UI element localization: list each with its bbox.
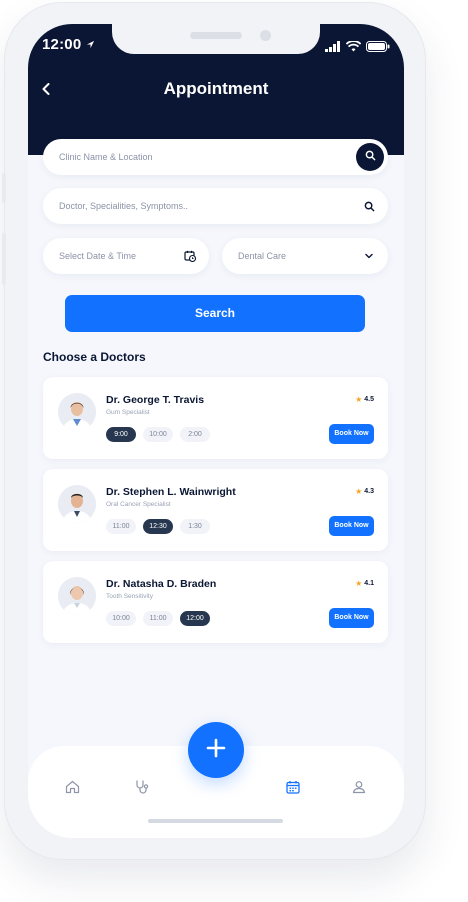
time-slot[interactable]: 12:30 bbox=[143, 519, 173, 534]
doctor-search-placeholder: Doctor, Specialities, Symptoms.. bbox=[59, 201, 189, 211]
camera bbox=[260, 30, 271, 41]
doctor-rating: ★ 4.1 bbox=[355, 579, 374, 588]
clinic-search-input[interactable]: Clinic Name & Location bbox=[43, 139, 388, 175]
star-icon: ★ bbox=[355, 487, 363, 496]
status-icons bbox=[325, 39, 390, 57]
clinic-search-button[interactable] bbox=[356, 143, 384, 171]
stethoscope-icon[interactable] bbox=[133, 778, 151, 796]
home-icon[interactable] bbox=[63, 778, 81, 796]
star-icon: ★ bbox=[355, 395, 363, 404]
search-icon[interactable] bbox=[362, 199, 376, 213]
doctor-card[interactable]: Dr. Stephen L. Wainwright Oral Cancer Sp… bbox=[43, 469, 388, 551]
section-title: Choose a Doctors bbox=[43, 350, 146, 364]
search-icon bbox=[365, 148, 376, 166]
rating-value: 4.1 bbox=[364, 580, 374, 587]
time-slot[interactable]: 1:30 bbox=[180, 519, 210, 534]
doctor-search-input[interactable]: Doctor, Specialities, Symptoms.. bbox=[43, 188, 388, 224]
time-slot[interactable]: 2:00 bbox=[180, 427, 210, 442]
rating-value: 4.3 bbox=[364, 488, 374, 495]
time-slots: 9:00 10:00 2:00 bbox=[106, 427, 210, 442]
calendar-icon[interactable] bbox=[284, 778, 302, 796]
home-indicator[interactable] bbox=[148, 819, 283, 823]
add-appointment-button[interactable] bbox=[188, 722, 244, 778]
time-slot[interactable]: 11:00 bbox=[143, 611, 173, 626]
time-slot[interactable]: 10:00 bbox=[106, 611, 136, 626]
time-slot[interactable]: 11:00 bbox=[106, 519, 136, 534]
location-arrow-icon bbox=[86, 36, 95, 53]
clinic-search-placeholder: Clinic Name & Location bbox=[59, 152, 153, 162]
date-time-placeholder: Select Date & Time bbox=[59, 251, 137, 261]
time-slot[interactable]: 9:00 bbox=[106, 427, 136, 442]
book-now-button[interactable]: Book Now bbox=[329, 424, 374, 444]
doctor-rating: ★ 4.5 bbox=[355, 395, 374, 404]
time-slots: 11:00 12:30 1:30 bbox=[106, 519, 210, 534]
care-type-select[interactable]: Dental Care bbox=[222, 238, 388, 274]
date-time-picker[interactable]: Select Date & Time bbox=[43, 238, 209, 274]
book-now-button[interactable]: Book Now bbox=[329, 608, 374, 628]
speaker bbox=[190, 32, 242, 39]
status-time-text: 12:00 bbox=[42, 36, 82, 53]
doctor-avatar bbox=[58, 393, 96, 431]
doctor-specialty: Tooth Sensitivity bbox=[106, 593, 153, 600]
chevron-down-icon bbox=[362, 249, 376, 263]
profile-icon[interactable] bbox=[350, 778, 368, 796]
page-title: Appointment bbox=[163, 79, 269, 98]
time-slots: 10:00 11:00 12:00 bbox=[106, 611, 210, 626]
doctor-name: Dr. Stephen L. Wainwright bbox=[106, 486, 236, 498]
wifi-icon bbox=[345, 39, 362, 57]
notch bbox=[112, 24, 320, 54]
search-button[interactable]: Search bbox=[65, 295, 365, 332]
calendar-clock-icon bbox=[183, 249, 197, 263]
time-slot[interactable]: 10:00 bbox=[143, 427, 173, 442]
doctor-name: Dr. Natasha D. Braden bbox=[106, 578, 217, 590]
care-type-value: Dental Care bbox=[238, 251, 287, 261]
doctor-card[interactable]: Dr. Natasha D. Braden Tooth Sensitivity … bbox=[43, 561, 388, 643]
plus-icon bbox=[206, 738, 226, 763]
app-screen: 12:00 Appointment Clinic Name & Location… bbox=[28, 24, 404, 838]
side-button bbox=[2, 233, 6, 285]
doctor-card[interactable]: Dr. George T. Travis Gum Specialist 9:00… bbox=[43, 377, 388, 459]
book-now-button[interactable]: Book Now bbox=[329, 516, 374, 536]
signal-icon bbox=[325, 39, 341, 57]
doctor-avatar bbox=[58, 577, 96, 615]
doctor-rating: ★ 4.3 bbox=[355, 487, 374, 496]
battery-icon bbox=[366, 39, 390, 57]
doctor-name: Dr. George T. Travis bbox=[106, 394, 205, 406]
side-button bbox=[2, 173, 6, 203]
time-slot[interactable]: 12:00 bbox=[180, 611, 210, 626]
status-time: 12:00 bbox=[42, 36, 95, 53]
star-icon: ★ bbox=[355, 579, 363, 588]
doctor-specialty: Oral Cancer Specialist bbox=[106, 501, 171, 508]
rating-value: 4.5 bbox=[364, 396, 374, 403]
doctor-specialty: Gum Specialist bbox=[106, 409, 150, 416]
doctor-avatar bbox=[58, 485, 96, 523]
